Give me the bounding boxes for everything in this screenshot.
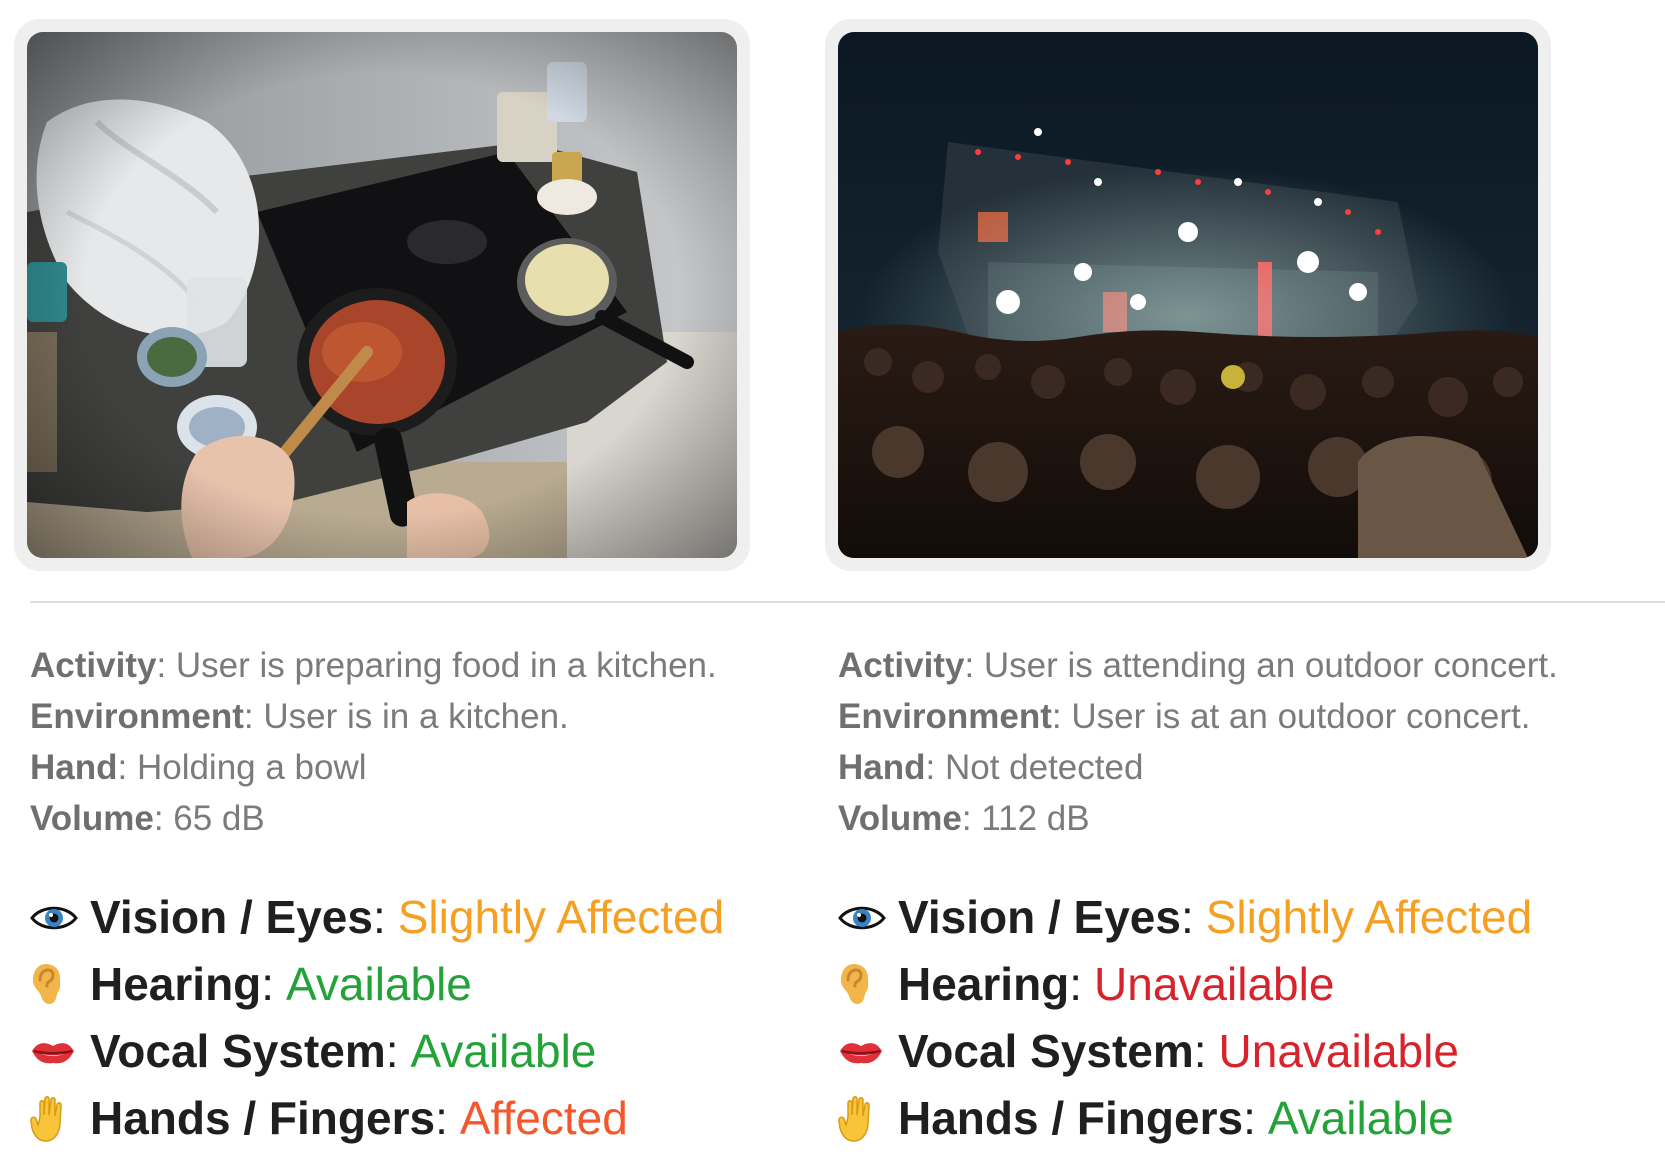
capability-status: Slightly Affected [397,891,725,943]
fact-key: Volume [30,799,154,838]
capability-status: Affected [459,1092,628,1144]
context-facts: Activity: User is preparing food in a ki… [30,640,717,844]
capability-label: Vision / Eyes [90,891,373,943]
fact-key: Hand [30,748,118,787]
fact-hand: Hand: Not detected [838,748,1144,787]
hand-icon [30,1095,90,1143]
fact-activity: Activity: User is preparing food in a ki… [30,646,717,685]
ear-icon [30,962,90,1008]
fact-hand: Hand: Holding a bowl [30,748,367,787]
capability-vocal: Vocal System: Unavailable [838,1018,1532,1085]
fact-value: User is attending an outdoor concert. [983,646,1558,685]
capability-vision: Vision / Eyes: Slightly Affected [838,884,1532,951]
fact-key: Activity [838,646,965,685]
capability-hearing: Hearing: Available [30,951,724,1018]
fact-environment: Environment: User is in a kitchen. [30,697,569,736]
fact-key: Activity [30,646,157,685]
capability-status: Available [1267,1092,1454,1144]
fact-activity: Activity: User is attending an outdoor c… [838,646,1558,685]
capability-status: Slightly Affected [1205,891,1533,943]
fact-value: 65 dB [173,799,265,838]
capability-vision: Vision / Eyes: Slightly Affected [30,884,724,951]
fact-key: Hand [838,748,926,787]
capability-list: Vision / Eyes: Slightly Affected Hearing… [30,884,724,1152]
capability-status: Unavailable [1218,1025,1459,1077]
fact-value: User is at an outdoor concert. [1071,697,1531,736]
capability-status: Available [410,1025,597,1077]
capability-hearing: Hearing: Unavailable [838,951,1532,1018]
fact-key: Environment [30,697,244,736]
context-facts: Activity: User is attending an outdoor c… [838,640,1558,844]
section-divider [30,601,1665,603]
lips-icon [30,1039,90,1065]
eye-icon [838,903,898,933]
fact-value: 112 dB [981,799,1090,838]
capability-label: Vocal System [90,1025,386,1077]
hand-icon [838,1095,898,1143]
capability-label: Vocal System [898,1025,1194,1077]
fact-volume: Volume: 65 dB [30,799,265,838]
capability-hands: Hands / Fingers: Affected [30,1085,724,1152]
capability-label: Hearing [898,958,1070,1010]
fact-value: Holding a bowl [136,748,367,787]
capability-label: Hearing [90,958,262,1010]
kitchen-image-card [14,19,750,571]
concert-image-card [825,19,1551,571]
lips-icon [838,1039,898,1065]
fact-value: User is in a kitchen. [263,697,569,736]
capability-status: Unavailable [1094,958,1335,1010]
eye-icon [30,903,90,933]
capability-list: Vision / Eyes: Slightly Affected Hearing… [838,884,1532,1152]
fact-value: User is preparing food in a kitchen. [175,646,717,685]
fact-value: Not detected [944,748,1144,787]
concert-photo [838,32,1538,558]
capability-vocal: Vocal System: Available [30,1018,724,1085]
kitchen-photo [27,32,737,558]
capability-label: Hands / Fingers [898,1092,1244,1144]
capability-hands: Hands / Fingers: Available [838,1085,1532,1152]
capability-status: Available [286,958,472,1010]
fact-key: Volume [838,799,962,838]
scene-comparison: Activity: User is preparing food in a ki… [0,0,1665,1168]
fact-volume: Volume: 112 dB [838,799,1090,838]
ear-icon [838,962,898,1008]
fact-environment: Environment: User is at an outdoor conce… [838,697,1531,736]
capability-label: Vision / Eyes [898,891,1181,943]
fact-key: Environment [838,697,1052,736]
capability-label: Hands / Fingers [90,1092,436,1144]
